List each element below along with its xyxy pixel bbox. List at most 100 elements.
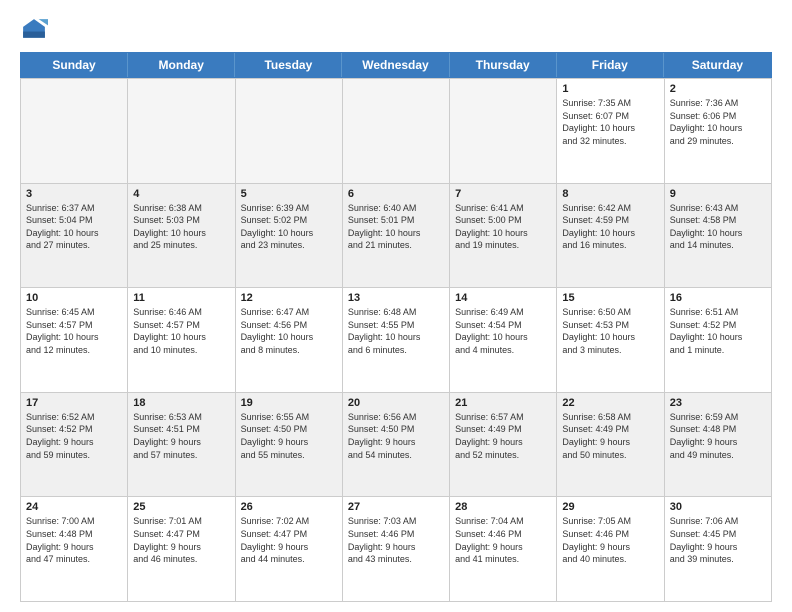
- calendar-cell: 3Sunrise: 6:37 AM Sunset: 5:04 PM Daylig…: [21, 183, 128, 288]
- day-info: Sunrise: 6:56 AM Sunset: 4:50 PM Dayligh…: [348, 411, 444, 461]
- calendar-cell: 30 Sunrise: 7:06 AM Sunset: 4:45 PM Dayli…: [665, 496, 772, 601]
- calendar-cell: 27 Sunrise: 7:03 AM Sunset: 4:46 PM Dayli…: [343, 496, 450, 601]
- day-number: 20: [348, 397, 444, 409]
- day-number: 12: [241, 292, 337, 304]
- day-info: Sunrise: 6:51 AM Sunset: 4:52 PM Dayligh…: [670, 306, 766, 356]
- day-info: Sunrise: 6:37 AM Sunset: 5:04 PM Dayligh…: [26, 202, 122, 252]
- logo-icon: [20, 16, 48, 44]
- day-number: 26: [241, 501, 337, 513]
- day-number: 2: [670, 83, 766, 95]
- header-day-thursday: Thursday: [450, 53, 557, 77]
- day-info: Sunrise: 6:59 AM Sunset: 4:48 PM Dayligh…: [670, 411, 766, 461]
- calendar-cell: 13 Sunrise: 6:48 AM Sunset: 4:55 PM Dayli…: [343, 287, 450, 392]
- calendar-cell: 28 Sunrise: 7:04 AM Sunset: 4:46 PM Dayli…: [450, 496, 557, 601]
- calendar-cell: 8Sunrise: 6:42 AM Sunset: 4:59 PM Daylig…: [557, 183, 664, 288]
- calendar-cell: 9 Sunrise: 6:43 AM Sunset: 4:58 PM Daylig…: [665, 183, 772, 288]
- calendar-cell: 4 Sunrise: 6:38 AM Sunset: 5:03 PM Daylig…: [128, 183, 235, 288]
- header-day-sunday: Sunday: [21, 53, 128, 77]
- calendar-cell: 21 Sunrise: 6:57 AM Sunset: 4:49 PM Dayli…: [450, 392, 557, 497]
- day-info: Sunrise: 7:36 AM Sunset: 6:06 PM Dayligh…: [670, 97, 766, 147]
- day-info: Sunrise: 7:06 AM Sunset: 4:45 PM Dayligh…: [670, 515, 766, 565]
- day-info: Sunrise: 6:43 AM Sunset: 4:58 PM Dayligh…: [670, 202, 766, 252]
- day-info: Sunrise: 6:47 AM Sunset: 4:56 PM Dayligh…: [241, 306, 337, 356]
- day-number: 9: [670, 188, 766, 200]
- calendar-cell: 11Sunrise: 6:46 AM Sunset: 4:57 PM Dayli…: [128, 287, 235, 392]
- day-info: Sunrise: 6:45 AM Sunset: 4:57 PM Dayligh…: [26, 306, 122, 356]
- calendar-header: SundayMondayTuesdayWednesdayThursdayFrid…: [20, 52, 772, 78]
- calendar: SundayMondayTuesdayWednesdayThursdayFrid…: [20, 52, 772, 602]
- page: SundayMondayTuesdayWednesdayThursdayFrid…: [0, 0, 792, 612]
- day-info: Sunrise: 6:40 AM Sunset: 5:01 PM Dayligh…: [348, 202, 444, 252]
- header-day-monday: Monday: [128, 53, 235, 77]
- day-number: 28: [455, 501, 551, 513]
- day-info: Sunrise: 7:01 AM Sunset: 4:47 PM Dayligh…: [133, 515, 229, 565]
- calendar-cell: 1 Sunrise: 7:35 AM Sunset: 6:07 PM Daylig…: [557, 78, 664, 183]
- calendar-cell: 7 Sunrise: 6:41 AM Sunset: 5:00 PM Daylig…: [450, 183, 557, 288]
- day-info: Sunrise: 6:50 AM Sunset: 4:53 PM Dayligh…: [562, 306, 658, 356]
- calendar-cell: 25 Sunrise: 7:01 AM Sunset: 4:47 PM Dayli…: [128, 496, 235, 601]
- day-number: 18: [133, 397, 229, 409]
- logo: [20, 16, 52, 44]
- day-info: Sunrise: 6:38 AM Sunset: 5:03 PM Dayligh…: [133, 202, 229, 252]
- day-number: 25: [133, 501, 229, 513]
- day-info: Sunrise: 7:02 AM Sunset: 4:47 PM Dayligh…: [241, 515, 337, 565]
- day-info: Sunrise: 6:55 AM Sunset: 4:50 PM Dayligh…: [241, 411, 337, 461]
- calendar-cell: 16 Sunrise: 6:51 AM Sunset: 4:52 PM Dayli…: [665, 287, 772, 392]
- calendar-cell: 6 Sunrise: 6:40 AM Sunset: 5:01 PM Daylig…: [343, 183, 450, 288]
- day-info: Sunrise: 6:49 AM Sunset: 4:54 PM Dayligh…: [455, 306, 551, 356]
- calendar-cell: 26 Sunrise: 7:02 AM Sunset: 4:47 PM Dayli…: [236, 496, 343, 601]
- calendar-cell: 29Sunrise: 7:05 AM Sunset: 4:46 PM Dayli…: [557, 496, 664, 601]
- day-info: Sunrise: 6:57 AM Sunset: 4:49 PM Dayligh…: [455, 411, 551, 461]
- day-number: 24: [26, 501, 122, 513]
- calendar-cell: [236, 78, 343, 183]
- day-info: Sunrise: 7:03 AM Sunset: 4:46 PM Dayligh…: [348, 515, 444, 565]
- day-number: 13: [348, 292, 444, 304]
- day-number: 1: [562, 83, 658, 95]
- day-number: 4: [133, 188, 229, 200]
- day-number: 15: [562, 292, 658, 304]
- day-number: 8: [562, 188, 658, 200]
- day-info: Sunrise: 6:53 AM Sunset: 4:51 PM Dayligh…: [133, 411, 229, 461]
- day-info: Sunrise: 6:39 AM Sunset: 5:02 PM Dayligh…: [241, 202, 337, 252]
- calendar-body: 1 Sunrise: 7:35 AM Sunset: 6:07 PM Daylig…: [20, 78, 772, 602]
- day-info: Sunrise: 7:35 AM Sunset: 6:07 PM Dayligh…: [562, 97, 658, 147]
- day-number: 30: [670, 501, 766, 513]
- calendar-cell: [450, 78, 557, 183]
- day-info: Sunrise: 6:41 AM Sunset: 5:00 PM Dayligh…: [455, 202, 551, 252]
- header-day-wednesday: Wednesday: [342, 53, 449, 77]
- day-number: 21: [455, 397, 551, 409]
- day-number: 7: [455, 188, 551, 200]
- day-number: 22: [562, 397, 658, 409]
- day-number: 27: [348, 501, 444, 513]
- calendar-cell: 24 Sunrise: 7:00 AM Sunset: 4:48 PM Dayli…: [21, 496, 128, 601]
- day-number: 5: [241, 188, 337, 200]
- header-day-friday: Friday: [557, 53, 664, 77]
- day-info: Sunrise: 7:00 AM Sunset: 4:48 PM Dayligh…: [26, 515, 122, 565]
- day-number: 6: [348, 188, 444, 200]
- day-info: Sunrise: 7:04 AM Sunset: 4:46 PM Dayligh…: [455, 515, 551, 565]
- day-info: Sunrise: 6:52 AM Sunset: 4:52 PM Dayligh…: [26, 411, 122, 461]
- day-number: 16: [670, 292, 766, 304]
- calendar-cell: 18 Sunrise: 6:53 AM Sunset: 4:51 PM Dayli…: [128, 392, 235, 497]
- header-day-saturday: Saturday: [664, 53, 771, 77]
- day-info: Sunrise: 6:48 AM Sunset: 4:55 PM Dayligh…: [348, 306, 444, 356]
- calendar-cell: 5 Sunrise: 6:39 AM Sunset: 5:02 PM Daylig…: [236, 183, 343, 288]
- calendar-cell: 23 Sunrise: 6:59 AM Sunset: 4:48 PM Dayli…: [665, 392, 772, 497]
- day-number: 19: [241, 397, 337, 409]
- calendar-cell: 17 Sunrise: 6:52 AM Sunset: 4:52 PM Dayli…: [21, 392, 128, 497]
- day-number: 23: [670, 397, 766, 409]
- calendar-cell: 20 Sunrise: 6:56 AM Sunset: 4:50 PM Dayli…: [343, 392, 450, 497]
- day-number: 14: [455, 292, 551, 304]
- day-number: 11: [133, 292, 229, 304]
- day-number: 17: [26, 397, 122, 409]
- calendar-cell: 19 Sunrise: 6:55 AM Sunset: 4:50 PM Dayli…: [236, 392, 343, 497]
- calendar-cell: [21, 78, 128, 183]
- day-info: Sunrise: 6:58 AM Sunset: 4:49 PM Dayligh…: [562, 411, 658, 461]
- day-number: 10: [26, 292, 122, 304]
- calendar-cell: 2 Sunrise: 7:36 AM Sunset: 6:06 PM Daylig…: [665, 78, 772, 183]
- calendar-cell: [343, 78, 450, 183]
- calendar-cell: 22 Sunrise: 6:58 AM Sunset: 4:49 PM Dayli…: [557, 392, 664, 497]
- calendar-cell: 12 Sunrise: 6:47 AM Sunset: 4:56 PM Dayli…: [236, 287, 343, 392]
- header: [20, 16, 772, 44]
- day-info: Sunrise: 7:05 AM Sunset: 4:46 PM Dayligh…: [562, 515, 658, 565]
